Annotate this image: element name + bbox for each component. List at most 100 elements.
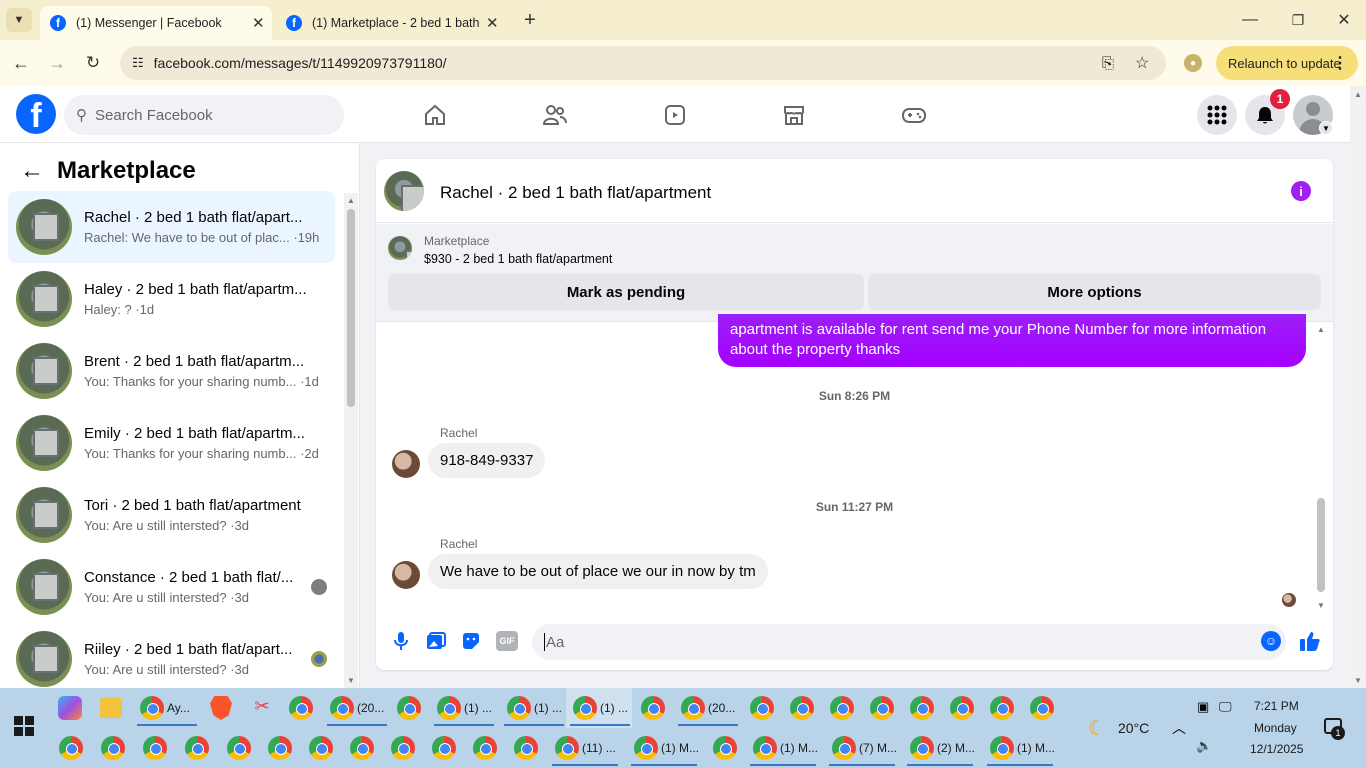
relaunch-button[interactable]: Relaunch to update ⋮ — [1216, 46, 1358, 80]
photo-icon[interactable] — [425, 630, 447, 652]
tab-marketplace[interactable]: f (1) Marketplace - 2 bed 1 bath f ✕ — [276, 6, 508, 40]
chrome-taskbar-icon[interactable] — [790, 696, 814, 720]
scroll-down-icon[interactable]: ▼ — [1314, 601, 1328, 610]
scrollbar-thumb[interactable] — [347, 209, 355, 407]
volume-icon[interactable]: 🔈 — [1196, 738, 1212, 754]
meet-now-icon[interactable]: ▣ — [1197, 699, 1209, 715]
close-window-icon[interactable]: ✕ — [1332, 10, 1356, 30]
conversation-item[interactable]: Rachel · 2 bed 1 bath flat/apart... Rach… — [8, 191, 335, 263]
microphone-icon[interactable] — [390, 630, 412, 652]
chrome-taskbar-icon[interactable] — [514, 736, 538, 760]
profile-icon[interactable]: ● — [1184, 54, 1202, 72]
conversation-item[interactable]: Riiley · 2 bed 1 bath flat/apart... You:… — [8, 623, 335, 688]
listing-title[interactable]: $930 - 2 bed 1 bath flat/apartment — [424, 252, 612, 266]
sticker-icon[interactable] — [460, 630, 482, 652]
address-bar[interactable]: ☷ facebook.com/messages/t/11499209737911… — [120, 46, 1166, 80]
close-tab-icon[interactable]: ✕ — [252, 14, 265, 32]
site-info-icon[interactable]: ☷ — [132, 55, 144, 71]
conversation-item[interactable]: Emily · 2 bed 1 bath flat/apartm... You:… — [8, 407, 335, 479]
chrome-taskbar-icon[interactable] — [473, 736, 497, 760]
chrome-taskbar-icon[interactable] — [573, 696, 597, 720]
facebook-logo-icon[interactable]: f — [16, 94, 56, 134]
chrome-taskbar-icon[interactable] — [641, 696, 665, 720]
menu-grid-button[interactable] — [1197, 95, 1237, 135]
chevron-down-icon[interactable]: ▼ — [1319, 121, 1333, 135]
sidebar-scrollbar[interactable]: ▲ ▼ — [344, 193, 358, 688]
back-icon[interactable]: ← — [10, 52, 32, 74]
chrome-taskbar-icon[interactable] — [910, 736, 934, 760]
weather-temperature[interactable]: 20°C — [1118, 720, 1149, 736]
restore-window-icon[interactable]: ❐ — [1286, 10, 1310, 30]
file-explorer-icon[interactable] — [100, 698, 122, 718]
search-facebook-input[interactable]: ⚲ Search Facebook — [64, 95, 344, 135]
windows-start-icon[interactable] — [14, 716, 34, 736]
clock-date[interactable]: 12/1/2025 — [1250, 742, 1303, 756]
copilot-icon[interactable] — [58, 696, 82, 720]
chat-title[interactable]: Rachel · 2 bed 1 bath flat/apartment — [440, 183, 711, 203]
chrome-taskbar-icon[interactable] — [910, 696, 934, 720]
network-icon[interactable]: 🖵 — [1219, 699, 1232, 715]
close-tab-icon[interactable]: ✕ — [486, 14, 499, 32]
message-input[interactable]: Aa — [532, 624, 1286, 660]
scroll-up-icon[interactable]: ▲ — [344, 196, 358, 205]
install-app-icon[interactable]: ⎘ — [1102, 55, 1114, 72]
sender-avatar[interactable] — [392, 561, 420, 589]
conversation-item[interactable]: Tori · 2 bed 1 bath flat/apartment You: … — [8, 479, 335, 551]
reload-icon[interactable]: ↻ — [82, 52, 104, 74]
chrome-taskbar-icon[interactable] — [101, 736, 125, 760]
page-scrollbar[interactable]: ▲ ▼ — [1350, 86, 1366, 688]
chrome-taskbar-icon[interactable] — [143, 736, 167, 760]
gif-icon[interactable]: GIF — [496, 631, 518, 651]
forward-icon[interactable]: → — [46, 52, 68, 74]
weather-moon-icon[interactable]: ☾ — [1088, 716, 1106, 741]
video-icon[interactable] — [662, 102, 688, 128]
brave-browser-icon[interactable] — [210, 696, 232, 720]
chrome-taskbar-icon[interactable] — [289, 696, 313, 720]
chrome-taskbar-icon[interactable] — [990, 736, 1014, 760]
chat-listing-avatar[interactable] — [384, 171, 424, 211]
tab-messenger[interactable]: f (1) Messenger | Facebook ✕ — [40, 6, 272, 40]
listing-thumbnail-small[interactable] — [388, 236, 412, 260]
scrollbar-thumb[interactable] — [1317, 498, 1325, 592]
chrome-taskbar-icon[interactable] — [713, 736, 737, 760]
conversation-item[interactable]: Haley · 2 bed 1 bath flat/apartm... Hale… — [8, 263, 335, 335]
chrome-taskbar-icon[interactable] — [330, 696, 354, 720]
like-thumb-icon[interactable] — [1298, 629, 1322, 653]
chrome-taskbar-icon[interactable] — [830, 696, 854, 720]
friends-icon[interactable] — [542, 102, 568, 128]
chrome-taskbar-icon[interactable] — [990, 696, 1014, 720]
chrome-taskbar-icon[interactable] — [185, 736, 209, 760]
chrome-taskbar-icon[interactable] — [950, 696, 974, 720]
marketplace-icon[interactable] — [781, 102, 807, 128]
scroll-down-icon[interactable]: ▼ — [1350, 676, 1366, 685]
clock-time[interactable]: 7:21 PM — [1254, 699, 1299, 713]
scroll-up-icon[interactable]: ▲ — [1314, 325, 1328, 334]
minimize-window-icon[interactable]: — — [1238, 10, 1262, 30]
chrome-taskbar-icon[interactable] — [227, 736, 251, 760]
chrome-taskbar-icon[interactable] — [634, 736, 658, 760]
more-options-button[interactable]: More options — [868, 274, 1321, 310]
scroll-down-icon[interactable]: ▼ — [344, 676, 358, 685]
show-hidden-icons-icon[interactable]: ︿ — [1172, 718, 1186, 738]
tab-search-chevron-icon[interactable]: ▼ — [6, 8, 32, 32]
back-arrow-icon[interactable]: ← — [20, 157, 44, 185]
chrome-taskbar-icon[interactable] — [140, 696, 164, 720]
scroll-up-icon[interactable]: ▲ — [1350, 90, 1366, 99]
bookmark-star-icon[interactable]: ☆ — [1135, 53, 1149, 73]
new-tab-icon[interactable]: + — [520, 9, 540, 31]
chrome-taskbar-icon[interactable] — [753, 736, 777, 760]
info-icon[interactable]: i — [1291, 181, 1311, 201]
chrome-taskbar-icon[interactable] — [350, 736, 374, 760]
chrome-taskbar-icon[interactable] — [1030, 696, 1054, 720]
snipping-tool-icon[interactable]: ✂ — [250, 696, 274, 720]
chrome-taskbar-icon[interactable] — [832, 736, 856, 760]
chrome-taskbar-icon[interactable] — [59, 736, 83, 760]
gaming-icon[interactable] — [900, 102, 928, 128]
clock-day[interactable]: Monday — [1254, 721, 1297, 735]
chrome-taskbar-icon[interactable] — [555, 736, 579, 760]
chrome-taskbar-icon[interactable] — [268, 736, 292, 760]
chrome-taskbar-icon[interactable] — [309, 736, 333, 760]
chrome-taskbar-icon[interactable] — [870, 696, 894, 720]
home-icon[interactable] — [422, 102, 448, 128]
chrome-taskbar-icon[interactable] — [437, 696, 461, 720]
